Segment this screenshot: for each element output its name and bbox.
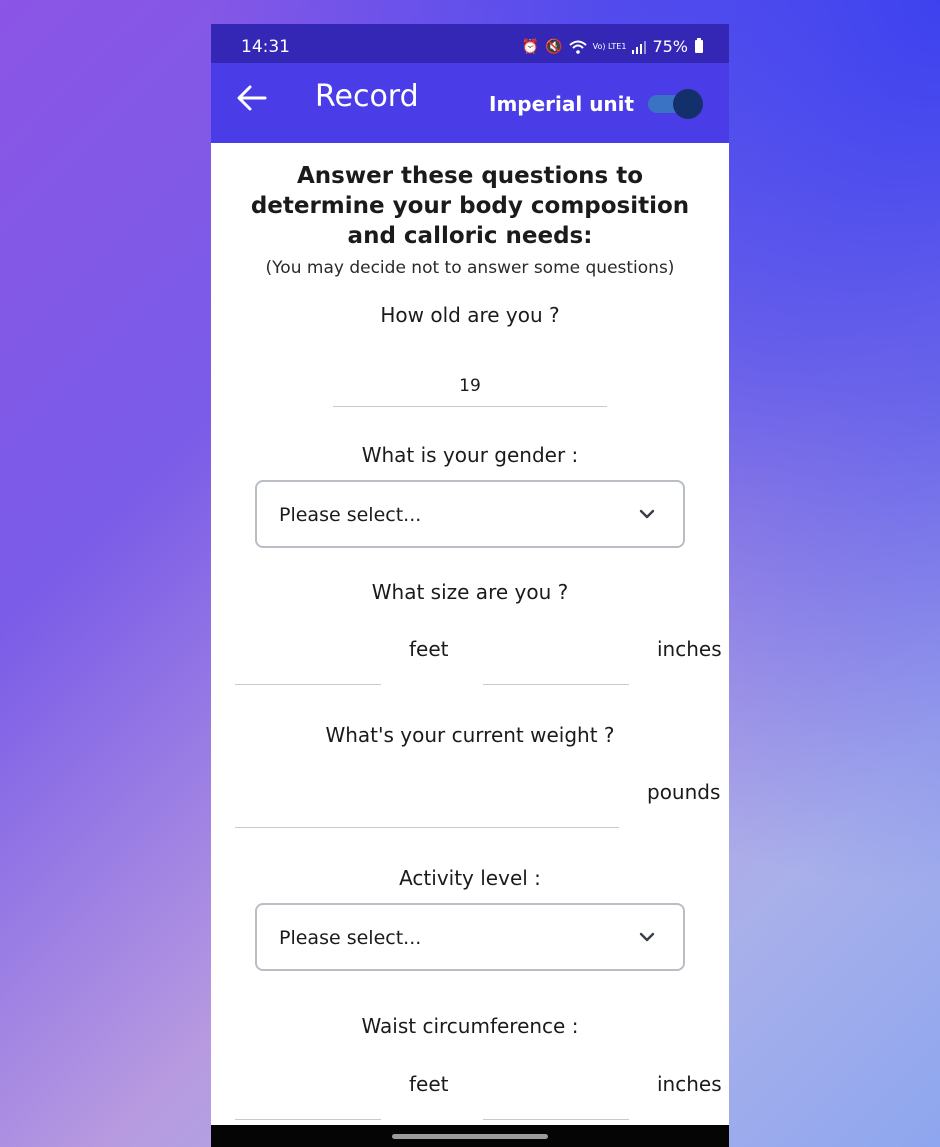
app-bar: Record Imperial unit (211, 63, 729, 143)
activity-question-label: Activity level : (399, 866, 541, 890)
signal-icon (632, 40, 647, 54)
back-button[interactable] (235, 81, 269, 115)
phone-screen: 14:31 ⏰ 🔇 Vo) LTE1 75% Record Imperial u… (211, 24, 729, 1147)
activity-select-value: Please select... (279, 927, 422, 949)
gender-select-value: Please select... (279, 504, 422, 526)
chevron-down-icon (639, 932, 655, 942)
intro-heading: Answer these questions to determine your… (250, 163, 690, 249)
network-type-label: Vo) LTE1 (592, 41, 627, 51)
waist-inches-input[interactable] (483, 1079, 629, 1120)
waist-question-label: Waist circumference : (361, 1014, 579, 1038)
size-question-label: What size are you ? (371, 580, 569, 604)
activity-level-select[interactable]: Please select... (255, 903, 685, 971)
battery-percentage: 75% (652, 37, 688, 56)
alarm-icon: ⏰ (521, 38, 540, 55)
intro-note: (You may decide not to answer some quest… (265, 258, 675, 278)
imperial-unit-label: Imperial unit (489, 92, 635, 116)
toggle-thumb (673, 89, 703, 119)
questionnaire-form: Answer these questions to determine your… (211, 143, 729, 1125)
waist-inches-unit: inches (657, 1072, 722, 1096)
weight-unit: pounds (647, 780, 721, 804)
size-inches-unit: inches (657, 637, 722, 661)
status-bar: 14:31 ⏰ 🔇 Vo) LTE1 75% (211, 24, 729, 63)
size-feet-input[interactable] (235, 644, 381, 685)
size-feet-unit: feet (409, 637, 449, 661)
weight-question-label: What's your current weight ? (325, 723, 615, 747)
system-navigation-bar (211, 1125, 729, 1147)
wifi-icon (568, 40, 587, 54)
gender-select[interactable]: Please select... (255, 480, 685, 548)
weight-input[interactable] (235, 787, 619, 828)
chevron-down-icon (639, 509, 655, 519)
page-title: Record (315, 79, 419, 114)
waist-feet-unit: feet (409, 1072, 449, 1096)
imperial-unit-toggle[interactable] (648, 89, 703, 119)
battery-icon (695, 38, 703, 53)
mute-icon: 🔇 (545, 38, 563, 55)
arrow-left-icon (237, 85, 267, 111)
waist-feet-input[interactable] (235, 1079, 381, 1120)
status-icons: ⏰ 🔇 Vo) LTE1 75% (522, 37, 703, 56)
gender-question-label: What is your gender : (361, 443, 579, 467)
age-input[interactable] (333, 366, 607, 407)
home-indicator[interactable] (392, 1134, 548, 1139)
size-inches-input[interactable] (483, 644, 629, 685)
status-time: 14:31 (241, 37, 290, 57)
age-question-label: How old are you ? (380, 303, 560, 327)
